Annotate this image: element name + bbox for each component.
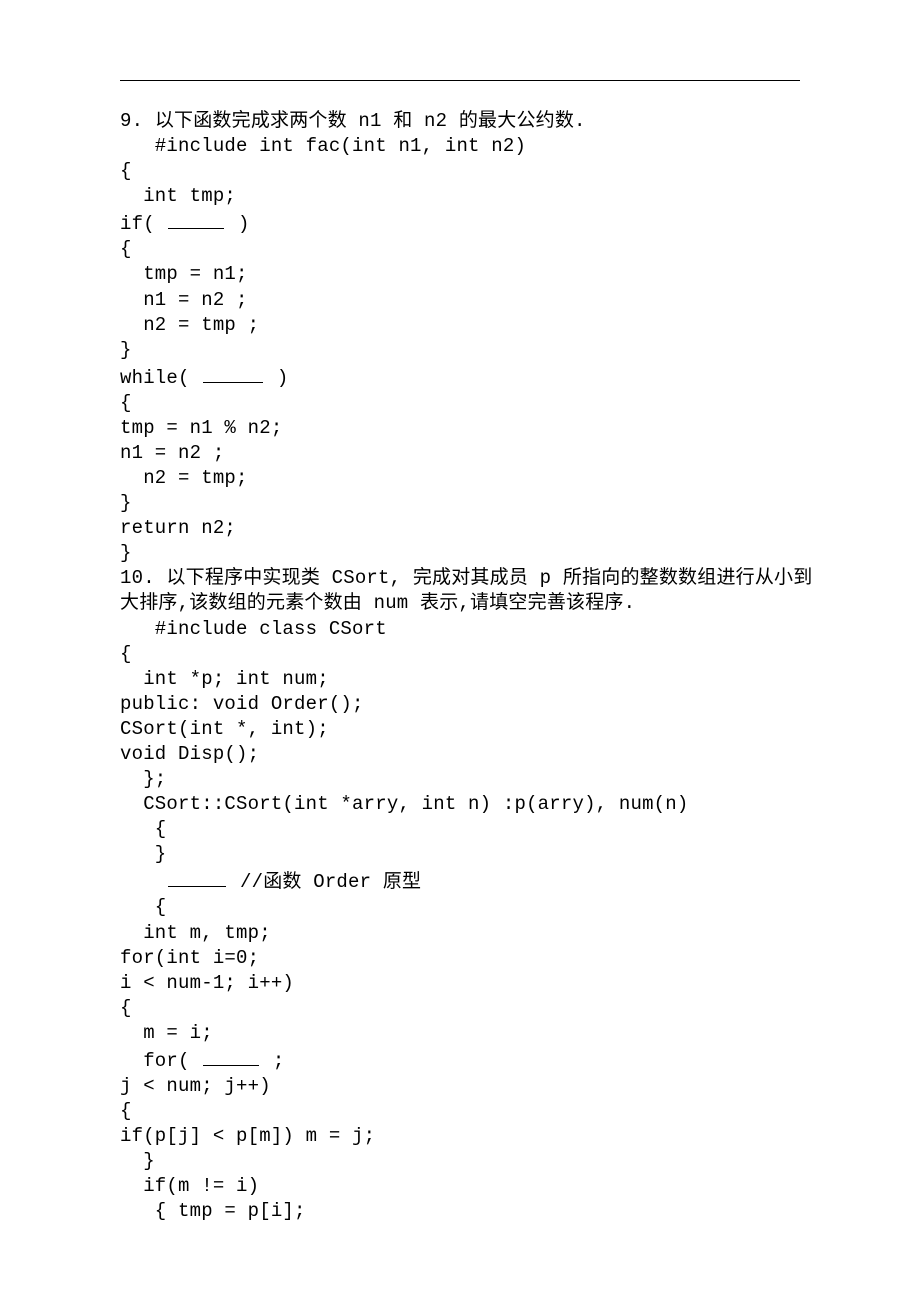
code-line: { — [120, 392, 132, 414]
top-rule — [120, 80, 800, 81]
fill-blank — [203, 363, 263, 383]
code-line: ) — [265, 367, 288, 389]
code-line: if( — [120, 213, 166, 235]
code-line: int tmp; — [120, 185, 236, 207]
code-line: tmp = n1 % n2; — [120, 417, 282, 439]
code-line: void Disp(); — [120, 743, 259, 765]
code-line: } — [120, 843, 166, 865]
code-line: n2 = tmp ; — [120, 314, 259, 336]
q10-title-b: 大排序,该数组的元素个数由 num 表示,请填空完善该程序. — [120, 592, 635, 614]
code-line: CSort::CSort(int *arry, int n) :p(arry),… — [120, 793, 689, 815]
code-line: } — [120, 492, 132, 514]
code-line: return n2; — [120, 517, 236, 539]
code-line: int m, tmp; — [120, 922, 271, 944]
fill-blank — [168, 867, 226, 887]
code-line: while( — [120, 367, 201, 389]
code-line: }; — [120, 768, 166, 790]
document-page: 9. 以下函数完成求两个数 n1 和 n2 的最大公约数. #include i… — [0, 0, 920, 1302]
code-line: } — [120, 339, 132, 361]
code-line: i < num-1; i++) — [120, 972, 294, 994]
code-line: { — [120, 1100, 132, 1122]
q9-title: 以下函数完成求两个数 n1 和 n2 的最大公约数. — [155, 110, 586, 132]
code-line: } — [120, 542, 132, 564]
q9-number: 9. — [120, 110, 143, 132]
code-line: if(p[j] < p[m]) m = j; — [120, 1125, 375, 1147]
code-line: } — [120, 1150, 155, 1172]
code-line: public: void Order(); — [120, 693, 364, 715]
code-line: j < num; j++) — [120, 1075, 271, 1097]
code-line: m = i; — [120, 1022, 213, 1044]
code-line: n2 = tmp; — [120, 467, 248, 489]
code-line — [120, 871, 166, 893]
code-line: n1 = n2 ; — [120, 442, 224, 464]
code-line: { — [120, 160, 132, 182]
code-line: n1 = n2 ; — [120, 289, 248, 311]
fill-blank — [203, 1046, 259, 1066]
code-line: { — [120, 238, 132, 260]
code-line: #include int fac(int n1, int n2) — [120, 135, 526, 157]
code-line: for( — [120, 1050, 201, 1072]
code-line: { — [120, 643, 132, 665]
code-line: { — [120, 896, 166, 918]
code-line: ) — [226, 213, 249, 235]
q10-number: 10. — [120, 567, 155, 589]
fill-blank — [168, 209, 224, 229]
q10-title-a: 以下程序中实现类 CSort, 完成对其成员 p 所指向的整数数组进行从小到 — [166, 567, 812, 589]
code-line: for(int i=0; — [120, 947, 259, 969]
code-line: { — [120, 818, 166, 840]
code-line: CSort(int *, int); — [120, 718, 329, 740]
document-body: 9. 以下函数完成求两个数 n1 和 n2 的最大公约数. #include i… — [120, 109, 800, 1224]
code-line: #include class CSort — [120, 618, 387, 640]
code-line: //函数 Order 原型 — [228, 871, 421, 893]
code-line: ; — [261, 1050, 284, 1072]
code-line: { tmp = p[i]; — [120, 1200, 306, 1222]
code-line: { — [120, 997, 132, 1019]
code-line: int *p; int num; — [120, 668, 329, 690]
code-line: if(m != i) — [120, 1175, 259, 1197]
code-line: tmp = n1; — [120, 263, 248, 285]
